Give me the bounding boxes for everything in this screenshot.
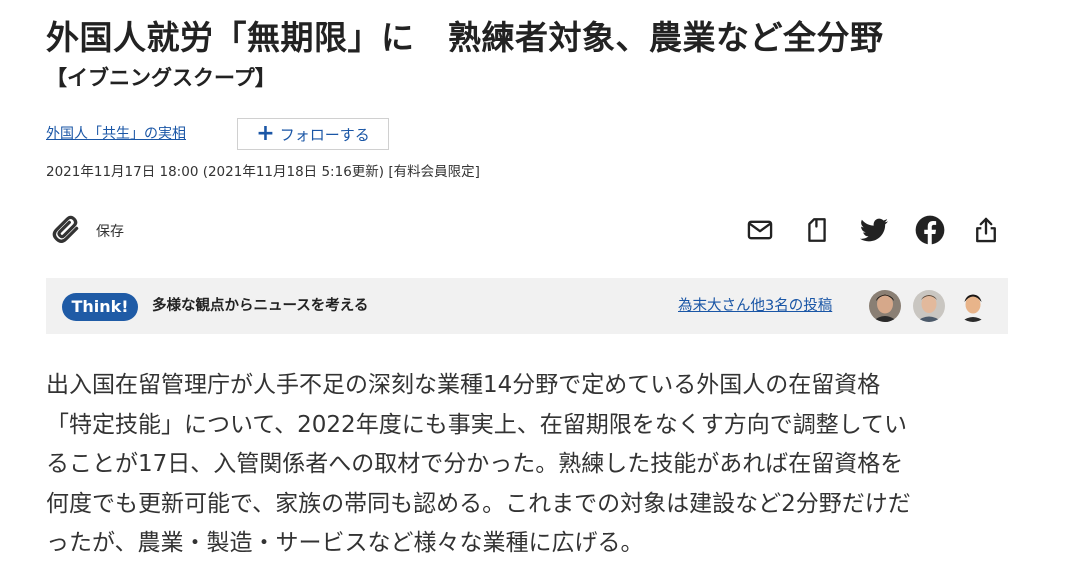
think-description: 多様な観点からニュースを考える (152, 298, 369, 314)
twitter-icon[interactable] (858, 214, 890, 246)
paperclip-icon (50, 213, 82, 249)
avatar[interactable] (869, 290, 901, 322)
share-icon[interactable] (970, 214, 1002, 246)
facebook-icon[interactable] (914, 214, 946, 246)
think-badge[interactable]: Think! (62, 293, 138, 321)
body-line: ることが17日、入管関係者への取材で分かった。熟練した技能があれば在留資格を (46, 451, 904, 477)
body-line: 何度でも更新可能で、家族の帯同も認める。これまでの対象は建設など2分野だけだ (46, 490, 911, 517)
mail-icon[interactable] (744, 214, 776, 246)
article-dateline: 2021年11月17日 18:00 (2021年11月18日 5:16更新) [… (46, 164, 480, 180)
expert-posts-link[interactable]: 為末大さん他3名の投稿 (678, 296, 832, 316)
article-kicker: 【イブニングスクープ】 (46, 66, 276, 90)
follow-label: フォローする (279, 125, 370, 144)
think-bar: Think! 多様な観点からニュースを考える 為末大さん他3名の投稿 (46, 278, 1008, 334)
body-line: 「特定技能」について、2022年度にも事実上、在留期限をなくす方向で調整してい (46, 411, 908, 438)
bookmark-icon[interactable] (801, 214, 833, 246)
plus-icon: + (256, 121, 275, 146)
save-button[interactable]: 保存 (50, 214, 124, 248)
body-line: 出入国在留管理庁が人手不足の深刻な業種14分野で定めている外国人の在留資格 (46, 372, 881, 398)
avatar[interactable] (957, 290, 989, 322)
avatar[interactable] (913, 290, 945, 322)
article-body: 出入国在留管理庁が人手不足の深刻な業種14分野で定めている外国人の在留資格 「特… (46, 366, 1006, 564)
save-label: 保存 (96, 224, 124, 240)
follow-button[interactable]: + フォローする (237, 118, 389, 150)
share-toolbar (740, 212, 1005, 248)
topic-link[interactable]: 外国人「共生」の実相 (46, 124, 186, 144)
article-headline: 外国人就労「無期限」に 熟練者対象、農業など全分野 (46, 18, 884, 57)
body-line: ったが、農業・製造・サービスなど様々な業種に広げる。 (46, 530, 644, 556)
